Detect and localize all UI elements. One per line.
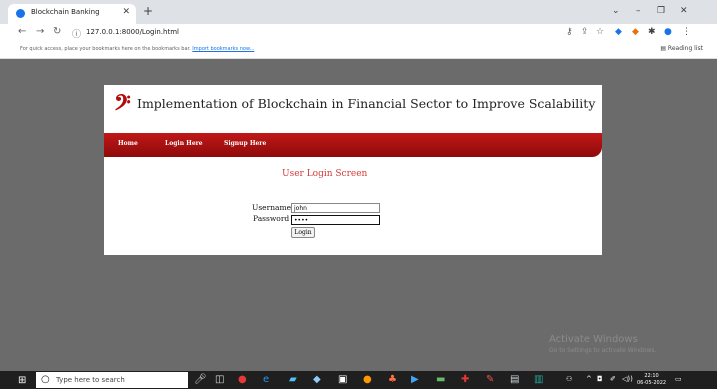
nav-signup-link[interactable]: Signup Here xyxy=(224,140,266,147)
username-label: Username xyxy=(252,203,292,212)
firefox-icon[interactable]: ● xyxy=(363,374,372,385)
import-bookmarks-link[interactable]: Import bookmarks now... xyxy=(192,46,254,52)
clock-date: 06-05-2022 xyxy=(637,380,667,386)
new-tab-icon[interactable]: + xyxy=(143,5,153,17)
share-icon[interactable]: ⇪ xyxy=(581,27,589,37)
reading-list-icon: ▤ xyxy=(660,45,666,52)
password-label: Password xyxy=(253,214,290,223)
app-icon-9[interactable]: ▶ xyxy=(411,374,419,385)
search-icon: ○ xyxy=(41,374,50,385)
task-view-icon[interactable]: ◫ xyxy=(215,374,224,385)
login-button[interactable]: Login xyxy=(291,227,315,238)
reload-icon[interactable]: ↻ xyxy=(53,26,61,37)
site-title: Implementation of Blockchain in Financia… xyxy=(137,96,596,111)
username-input[interactable] xyxy=(291,203,380,213)
app-icon-11[interactable]: ✚ xyxy=(461,374,469,385)
reading-list-label: Reading list xyxy=(667,45,703,52)
site-info-icon[interactable]: ⓘ xyxy=(72,27,81,40)
notifications-icon[interactable]: ▭ xyxy=(675,375,682,383)
search-placeholder: Type here to search xyxy=(56,376,125,384)
address-bar[interactable]: 127.0.0.1:8000/Login.html xyxy=(86,28,179,36)
file-explorer-icon[interactable]: ▰ xyxy=(289,374,297,385)
bookmarks-prompt-text: For quick access, place your bookmarks h… xyxy=(20,46,191,52)
browser-chrome: Blockchain Banking ✕ + ⌄ – ❐ ✕ ← → ↻ ⓘ 1… xyxy=(0,0,717,59)
password-input[interactable] xyxy=(291,215,380,225)
app-icon-14[interactable]: ▥ xyxy=(534,374,543,385)
nav-home-link[interactable]: Home xyxy=(118,140,138,147)
activate-windows-subtitle: Go to Settings to activate Windows. xyxy=(549,347,657,354)
bookmarks-bar: For quick access, place your bookmarks h… xyxy=(0,42,717,59)
windows-start-icon[interactable]: ⊞ xyxy=(18,375,26,386)
bookmark-star-icon[interactable]: ☆ xyxy=(596,27,604,37)
volume-icon[interactable]: ◁)) xyxy=(622,375,633,383)
key-icon[interactable]: ⚷ xyxy=(566,27,573,37)
browser-toolbar: ← → ↻ ⓘ 127.0.0.1:8000/Login.html ⚷ ⇪ ☆ … xyxy=(0,24,717,42)
browser-tab[interactable]: Blockchain Banking ✕ xyxy=(8,4,136,24)
tab-title: Blockchain Banking xyxy=(31,8,100,16)
back-icon[interactable]: ← xyxy=(18,26,26,37)
clock-time: 22:10 xyxy=(644,373,659,379)
bookmarks-prompt: For quick access, place your bookmarks h… xyxy=(20,46,254,52)
app-icon-12[interactable]: ✎ xyxy=(486,374,494,385)
profile-icon[interactable]: ● xyxy=(664,27,672,37)
forward-icon[interactable]: → xyxy=(36,26,44,37)
microphone-icon[interactable]: 🎤︎ xyxy=(194,374,207,385)
minimize-icon[interactable]: – xyxy=(636,6,641,16)
app-icon-13[interactable]: ▤ xyxy=(510,374,519,385)
app-icon-8[interactable]: ♣ xyxy=(388,374,397,385)
app-icon-5[interactable]: ◆ xyxy=(313,374,321,385)
tab-strip: Blockchain Banking ✕ + ⌄ – ❐ ✕ xyxy=(0,0,717,24)
app-icon-10[interactable]: ▬ xyxy=(436,374,445,385)
activate-windows-title: Activate Windows xyxy=(549,334,638,345)
taskbar: ⊞ ○ Type here to search 🎤︎ ◫ ● e ▰ ◆ ▣ ●… xyxy=(0,371,717,389)
chevron-up-icon[interactable]: ^ xyxy=(586,375,592,383)
shield-extension-icon[interactable]: ◆ xyxy=(615,27,622,37)
login-heading: User Login Screen xyxy=(282,169,368,179)
pen-icon[interactable]: ✐ xyxy=(610,375,616,383)
favicon-icon xyxy=(16,9,25,18)
close-tab-icon[interactable]: ✕ xyxy=(122,7,130,17)
chrome-app-icon[interactable]: ● xyxy=(238,374,247,385)
people-icon[interactable]: ⚇ xyxy=(566,375,572,383)
edge-app-icon[interactable]: e xyxy=(263,374,269,385)
tab-search-icon[interactable]: ⌄ xyxy=(612,6,620,16)
nav-login-link[interactable]: Login Here xyxy=(165,140,203,147)
page-card: 𝄢 Implementation of Blockchain in Financ… xyxy=(104,85,602,255)
taskbar-search[interactable]: ○ Type here to search xyxy=(36,372,188,388)
metamask-extension-icon[interactable]: ◆ xyxy=(632,27,639,37)
store-icon[interactable]: ▣ xyxy=(338,374,347,385)
site-logo: 𝄢 xyxy=(114,91,131,121)
close-window-icon[interactable]: ✕ xyxy=(680,6,688,16)
reading-list-button[interactable]: ▤ Reading list xyxy=(660,45,703,52)
taskbar-clock[interactable]: 22:10 06-05-2022 xyxy=(637,373,666,387)
extensions-puzzle-icon[interactable]: ✱ xyxy=(648,27,656,37)
main-nav: Home Login Here Signup Here xyxy=(104,133,602,157)
network-icon[interactable]: ◘ xyxy=(597,375,603,383)
menu-kebab-icon[interactable]: ⋮ xyxy=(682,27,691,37)
maximize-icon[interactable]: ❐ xyxy=(657,6,665,16)
